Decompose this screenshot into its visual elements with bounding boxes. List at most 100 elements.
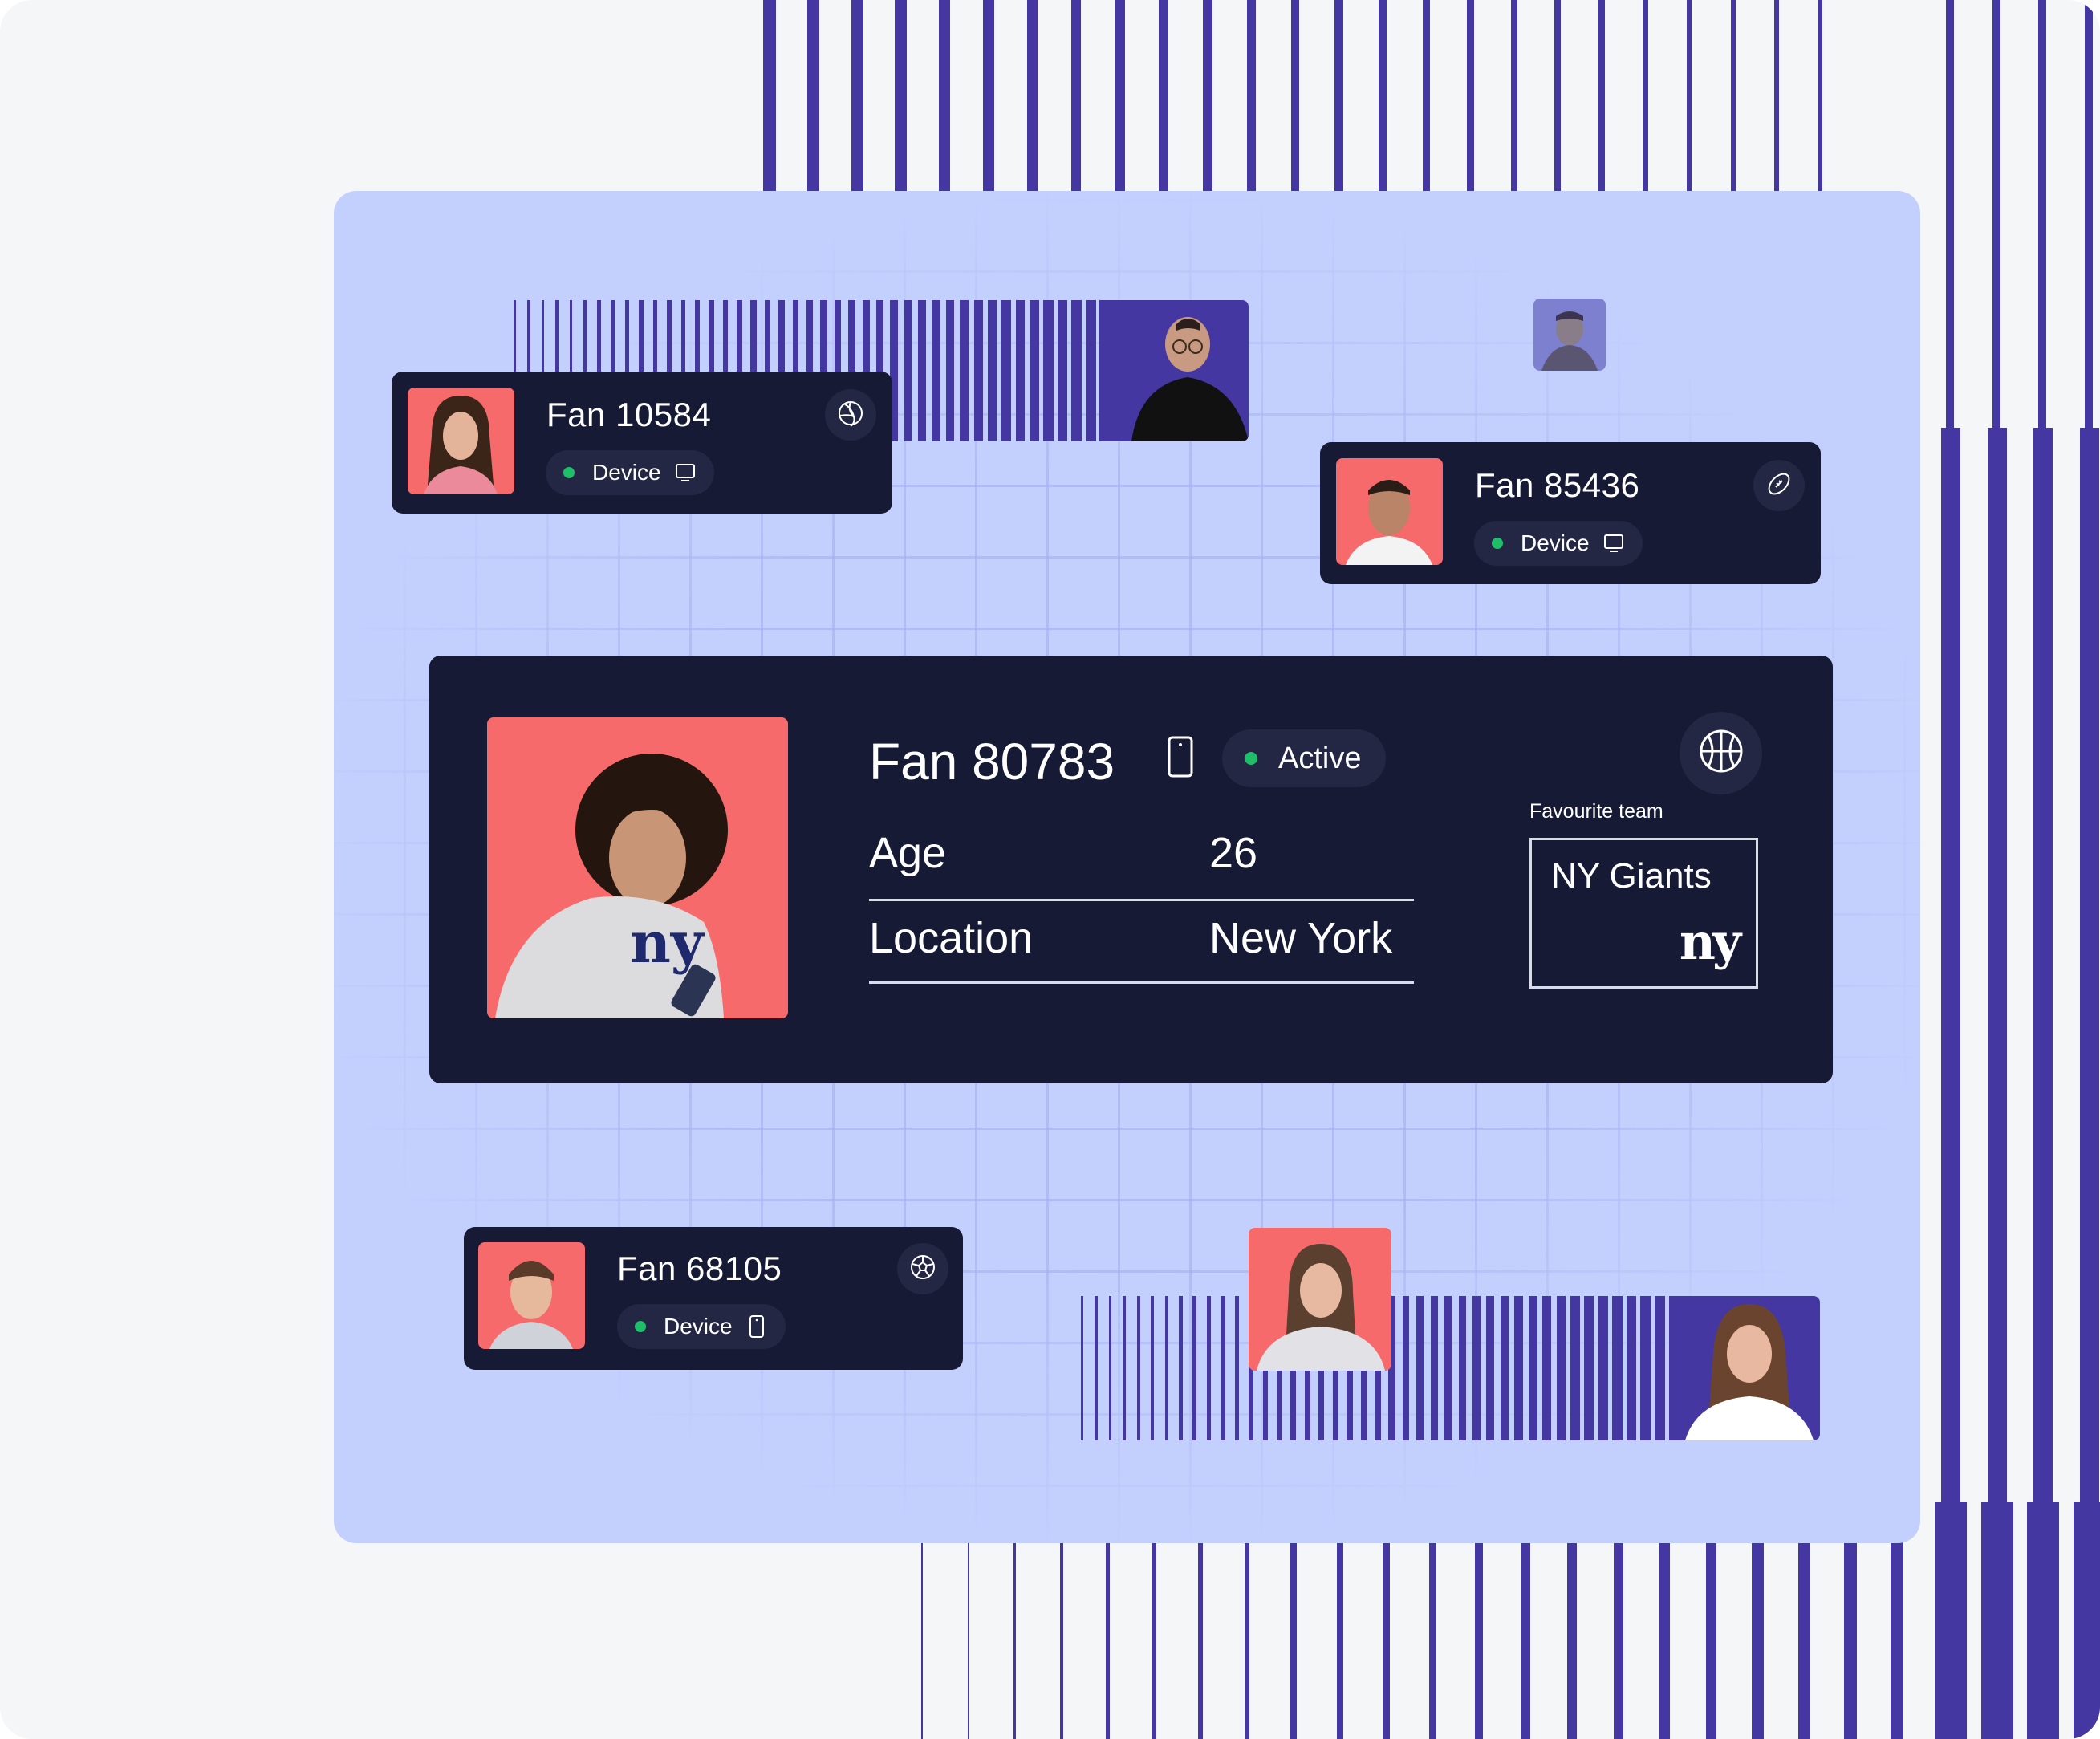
decorative-stripe xyxy=(987,300,997,441)
decorative-stripe xyxy=(967,1533,970,1739)
fan-card[interactable]: Fan 85436 Device xyxy=(1320,442,1821,584)
decorative-stripe xyxy=(973,300,983,441)
american-football-icon xyxy=(1765,470,1793,502)
decorative-stripe xyxy=(1290,0,1300,193)
decorative-stripe xyxy=(921,1533,923,1739)
decorative-stripe xyxy=(851,0,863,193)
decorative-stripe xyxy=(1458,1296,1467,1440)
decorative-stripe xyxy=(1730,0,1736,193)
status-label: Active xyxy=(1278,741,1362,775)
fan-photo-woman-hoodie xyxy=(1249,1228,1391,1371)
decorative-stripe xyxy=(1612,1296,1623,1440)
decorative-stripe xyxy=(1654,1296,1665,1440)
decorative-stripe xyxy=(1206,1296,1212,1440)
monitor-icon xyxy=(674,461,697,484)
decorative-stripe xyxy=(1085,300,1096,441)
soccer-ball-icon xyxy=(909,1253,936,1285)
decorative-stripe xyxy=(939,0,951,193)
fan-card[interactable]: Fan 10584 Device xyxy=(392,372,892,514)
decorative-stripe xyxy=(1444,1296,1452,1440)
decorative-stripe xyxy=(1941,428,1960,1503)
decorative-stripe xyxy=(1057,300,1068,441)
device-label: Device xyxy=(1521,530,1590,555)
fan-name: Fan 68105 xyxy=(617,1249,782,1287)
decorative-stripe xyxy=(1981,1502,2013,1739)
decorative-stripe xyxy=(2074,1502,2100,1739)
person-silhouette-icon xyxy=(1131,317,1249,441)
device-label: Device xyxy=(592,460,661,485)
decorative-stripe xyxy=(1334,0,1343,193)
decorative-stripe xyxy=(1059,1533,1063,1739)
decorative-stripe xyxy=(1152,1533,1156,1739)
info-value: 26 xyxy=(1209,829,1258,877)
decorative-stripe xyxy=(1659,1533,1671,1739)
decorative-stripe xyxy=(1430,1296,1438,1440)
decorative-stripe xyxy=(1159,0,1169,193)
sport-american-football-button[interactable] xyxy=(1753,460,1805,511)
decorative-stripe xyxy=(1136,1296,1140,1440)
decorative-stripe xyxy=(1198,1533,1204,1739)
decorative-stripe xyxy=(1013,1533,1017,1739)
decorative-stripe xyxy=(1423,0,1431,193)
decorative-stripe xyxy=(1106,1533,1110,1739)
decorative-stripe xyxy=(1818,0,1823,193)
decorative-stripe xyxy=(1514,1296,1523,1440)
decorative-stripe xyxy=(1542,1296,1552,1440)
decorative-stripe xyxy=(1336,1533,1343,1739)
device-status-chip: Device xyxy=(546,450,714,495)
decorative-stripe xyxy=(2080,428,2099,1503)
decorative-stripe xyxy=(1686,0,1692,193)
decorative-stripe xyxy=(1070,0,1082,193)
fan-photo xyxy=(408,388,514,494)
fan-photo xyxy=(478,1242,585,1349)
decorative-stripe xyxy=(1026,0,1038,193)
decorative-stripe xyxy=(1234,1296,1240,1440)
device-status-chip: Device xyxy=(1474,521,1643,566)
decorative-stripe xyxy=(1640,1296,1651,1440)
decorative-stripe xyxy=(2038,0,2046,433)
sport-volleyball-button[interactable] xyxy=(825,389,876,441)
fan-name: Fan 85436 xyxy=(1475,466,1640,504)
ny-giants-logo-icon: ny xyxy=(1679,912,1741,971)
fan-photo-faded xyxy=(1533,299,1606,371)
info-value: New York xyxy=(1209,914,1393,962)
online-status-dot xyxy=(563,467,575,478)
decorative-stripe xyxy=(1290,1533,1297,1739)
decorative-stripe xyxy=(1643,0,1648,193)
decorative-stripe xyxy=(1935,1502,1967,1739)
decorative-stripe xyxy=(1221,1296,1225,1440)
decorative-stripe xyxy=(1123,1296,1126,1440)
sport-basketball-button[interactable] xyxy=(1680,712,1762,794)
decorative-stripe xyxy=(1402,1296,1410,1440)
decorative-stripe xyxy=(1001,300,1011,441)
fan-profile-photo: ny xyxy=(487,717,788,1018)
fan-card[interactable]: Fan 68105 Device xyxy=(464,1227,963,1370)
decorative-stripe xyxy=(1486,1296,1495,1440)
smartphone-icon xyxy=(1168,736,1193,782)
decorative-stripe xyxy=(1556,1296,1566,1440)
sport-soccer-button[interactable] xyxy=(897,1243,948,1294)
decorative-stripe xyxy=(1164,1296,1169,1440)
decorative-stripe xyxy=(960,300,969,441)
decorative-stripe xyxy=(1379,0,1387,193)
decorative-stripe xyxy=(1015,300,1026,441)
decorative-stripe xyxy=(1043,300,1054,441)
decorative-stripe xyxy=(1472,1296,1481,1440)
fan-photo xyxy=(1336,458,1443,565)
device-label: Device xyxy=(664,1314,733,1339)
decorative-stripe xyxy=(1528,1296,1537,1440)
decorative-stripe xyxy=(1890,1533,1903,1739)
decorative-stripe xyxy=(983,0,994,193)
device-status-chip: Device xyxy=(617,1304,786,1349)
info-row-age: Age 26 xyxy=(869,792,1414,901)
decorative-stripe xyxy=(1095,1296,1098,1440)
decorative-stripe xyxy=(1416,1296,1424,1440)
decorative-stripe xyxy=(806,0,820,193)
favourite-team-box: NY Giants ny xyxy=(1529,838,1758,989)
fan-name: Fan 10584 xyxy=(546,396,712,433)
person-silhouette-icon xyxy=(489,1261,573,1349)
decorative-stripe xyxy=(1151,1296,1155,1440)
decorative-stripe xyxy=(918,300,927,441)
monitor-icon xyxy=(1602,532,1625,555)
fan-profile-card: ny Fan 80783 Active Age 26 Location New … xyxy=(429,656,1833,1083)
